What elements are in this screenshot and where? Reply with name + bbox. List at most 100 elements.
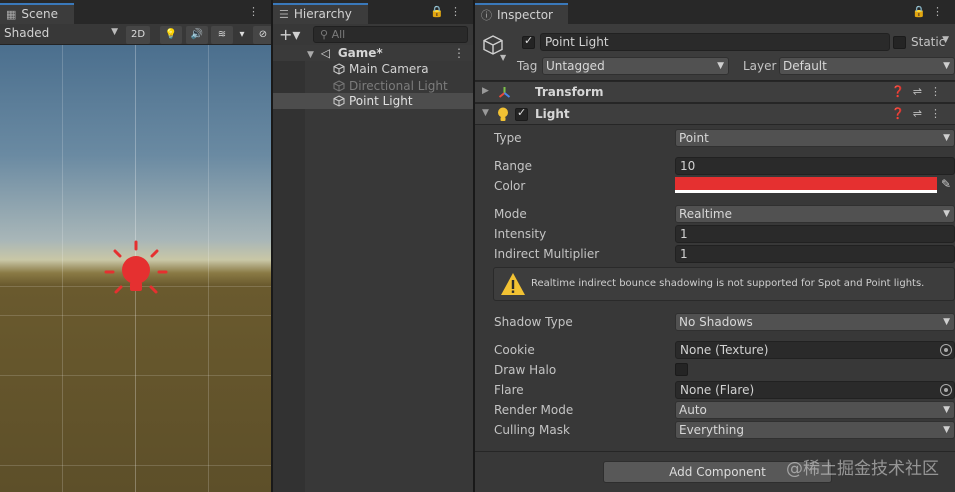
static-dropdown-chevron-icon[interactable]: ▼: [942, 35, 949, 45]
search-icon: ⚲: [320, 28, 332, 41]
expand-triangle-icon[interactable]: ▼: [307, 50, 314, 60]
intensity-label: Intensity: [494, 227, 547, 241]
light-mode-dropdown[interactable]: Realtime ▼: [675, 205, 955, 223]
eyedropper-icon[interactable]: ✎: [941, 177, 951, 191]
intensity-field[interactable]: 1: [675, 225, 955, 243]
static-label: Static: [911, 35, 946, 49]
preset-icon[interactable]: ⇌: [913, 85, 930, 98]
type-label: Type: [494, 131, 522, 145]
point-light-gizmo-icon[interactable]: [104, 240, 168, 304]
scene-root-row[interactable]: ▼ ◁ Game* ⋮: [273, 45, 473, 61]
tag-dropdown[interactable]: Untagged ▼: [542, 57, 729, 75]
scene-viewport[interactable]: [0, 45, 271, 492]
help-icon[interactable]: ❓: [891, 107, 913, 120]
hierarchy-item-point-light[interactable]: Point Light: [273, 93, 473, 109]
chevron-down-icon: ▼: [943, 209, 950, 219]
cookie-label: Cookie: [494, 343, 535, 357]
component-menu-icon[interactable]: ⋮: [930, 107, 949, 120]
create-add-button[interactable]: +▾: [279, 25, 300, 44]
hidden-objects-icon[interactable]: ⊘: [253, 26, 271, 44]
light-type-dropdown[interactable]: Point ▼: [675, 129, 955, 147]
scene-tab-menu-icon[interactable]: ⋮: [248, 5, 265, 18]
transform-component-header[interactable]: ▶ Transform ❓⇌⋮: [475, 81, 955, 103]
draw-halo-label: Draw Halo: [494, 363, 557, 377]
layer-label: Layer: [743, 59, 777, 73]
scene-menu-icon[interactable]: ⋮: [453, 45, 465, 61]
cube-icon: [333, 95, 345, 107]
lighting-toggle-icon[interactable]: 💡: [160, 26, 182, 44]
shadow-type-label: Shadow Type: [494, 315, 573, 329]
list-icon: ☰: [279, 8, 289, 21]
inspector-panel: ⓘInspector 🔒⋮ ▼ Point Light Static ▼ Tag…: [475, 0, 955, 492]
range-field[interactable]: 10: [675, 157, 955, 175]
render-mode-dropdown[interactable]: Auto ▼: [675, 401, 955, 419]
2d-toggle-button[interactable]: 2D: [126, 26, 150, 44]
draw-halo-checkbox[interactable]: [675, 363, 688, 376]
light-component-header[interactable]: ▼ Light ❓⇌⋮: [475, 103, 955, 125]
object-name-field[interactable]: Point Light: [540, 33, 890, 51]
light-title: Light: [535, 107, 570, 121]
chevron-down-icon: ▼: [943, 405, 950, 415]
lock-icon[interactable]: 🔒: [430, 5, 450, 18]
watermark-text: @稀土掘金技术社区: [786, 459, 939, 479]
hierarchy-toolbar: +▾ ⚲ All: [273, 24, 473, 46]
static-checkbox[interactable]: [893, 36, 906, 49]
help-icon[interactable]: ❓: [891, 85, 913, 98]
tab-hierarchy-label: Hierarchy: [293, 7, 352, 21]
grid-icon: ▦: [6, 8, 17, 21]
indirect-multiplier-label: Indirect Multiplier: [494, 247, 600, 261]
component-menu-icon[interactable]: ⋮: [930, 85, 949, 98]
expanded-triangle-icon[interactable]: ▼: [482, 108, 489, 118]
hierarchy-search-input[interactable]: ⚲ All: [313, 26, 468, 43]
unity-scene-icon: ◁: [320, 46, 330, 60]
light-type-value: Point: [679, 131, 709, 145]
cookie-object-field[interactable]: None (Texture): [675, 341, 955, 359]
cookie-value: None (Texture): [680, 343, 769, 357]
hierarchy-item-main-camera[interactable]: Main Camera: [273, 61, 473, 77]
object-picker-icon[interactable]: [940, 344, 952, 356]
search-placeholder: All: [331, 28, 346, 41]
info-icon: ⓘ: [481, 9, 492, 22]
shadow-type-dropdown[interactable]: No Shadows ▼: [675, 313, 955, 331]
cube-icon: [333, 63, 345, 75]
audio-toggle-icon[interactable]: 🔊: [186, 26, 208, 44]
flare-object-field[interactable]: None (Flare): [675, 381, 955, 399]
hierarchy-tab-tools[interactable]: 🔒⋮: [430, 5, 467, 18]
scene-panel: ▦ Scene ⋮ Shaded ▼ 2D 💡 🔊 ≋ ▾ ⊘: [0, 0, 271, 492]
light-mode-value: Realtime: [679, 207, 732, 221]
tab-inspector[interactable]: ⓘ Inspector: [475, 3, 568, 24]
effects-dropdown-icon[interactable]: ▾: [236, 26, 248, 44]
culling-mask-dropdown[interactable]: Everything ▼: [675, 421, 955, 439]
inspector-tab-tools[interactable]: 🔒⋮: [912, 5, 949, 18]
chevron-down-icon: ▼: [717, 61, 724, 71]
shading-mode-dropdown[interactable]: Shaded ▼: [4, 26, 120, 43]
object-picker-icon[interactable]: [940, 384, 952, 396]
scene-tabbar: ▦ Scene ⋮: [0, 0, 271, 24]
menu-icon[interactable]: ⋮: [450, 5, 467, 18]
tag-label: Tag: [517, 59, 538, 73]
transform-axes-icon: [498, 87, 511, 98]
shading-mode-label: Shaded: [4, 26, 50, 40]
icon-dropdown-chevron-icon[interactable]: ▼: [500, 53, 506, 62]
color-swatch-field[interactable]: [675, 177, 937, 193]
flare-value: None (Flare): [680, 383, 755, 397]
object-active-checkbox[interactable]: [522, 34, 535, 49]
tab-scene[interactable]: ▦ Scene: [0, 3, 74, 24]
menu-icon[interactable]: ⋮: [932, 5, 949, 18]
tab-hierarchy[interactable]: ☰ Hierarchy: [273, 3, 368, 24]
inspector-tabbar: ⓘ Inspector 🔒⋮: [475, 0, 955, 24]
effects-toggle-icon[interactable]: ≋: [211, 26, 233, 44]
indirect-multiplier-field[interactable]: 1: [675, 245, 955, 263]
collapsed-triangle-icon[interactable]: ▶: [482, 86, 489, 96]
range-label: Range: [494, 159, 533, 173]
culling-mask-label: Culling Mask: [494, 423, 570, 437]
mode-label: Mode: [494, 207, 527, 221]
lock-icon[interactable]: 🔒: [912, 5, 932, 18]
hierarchy-item-directional-light[interactable]: Directional Light: [273, 78, 473, 94]
preset-icon[interactable]: ⇌: [913, 107, 930, 120]
light-enabled-checkbox[interactable]: [515, 106, 528, 121]
scene-root-label: Game*: [337, 46, 383, 60]
render-mode-label: Render Mode: [494, 403, 574, 417]
layer-dropdown[interactable]: Default ▼: [779, 57, 955, 75]
flare-label: Flare: [494, 383, 524, 397]
